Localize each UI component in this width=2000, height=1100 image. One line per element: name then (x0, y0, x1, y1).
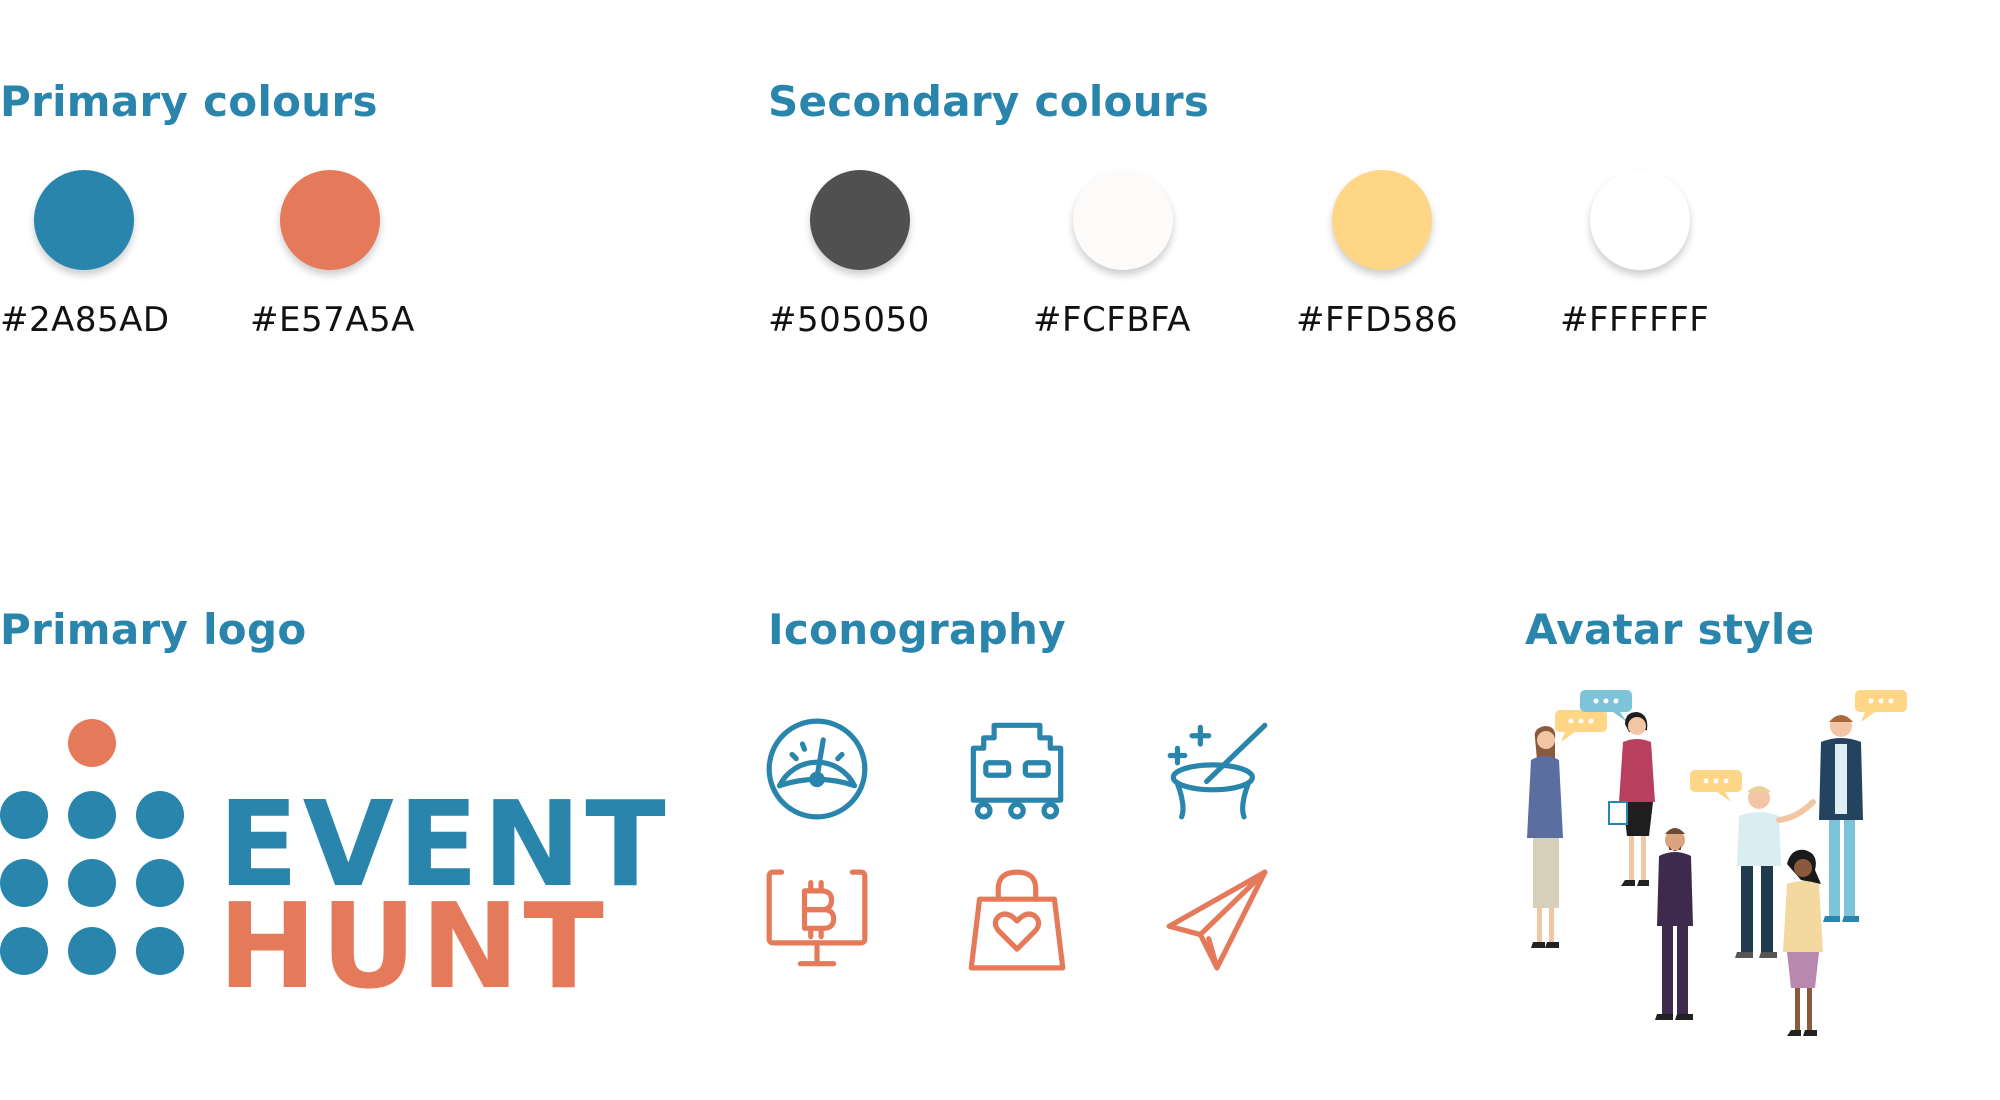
primary-swatch-orange (280, 170, 380, 270)
primary-colours-title: Primary colours (0, 77, 378, 126)
secondary-swatch-dark-grey-hex: #505050 (768, 300, 930, 340)
paper-plane-icon (1165, 868, 1269, 972)
avatar-person-6 (1819, 715, 1863, 922)
speedometer-icon (765, 717, 869, 821)
shopping-bag-heart-icon (965, 868, 1069, 972)
logo-word-hunt: HUNT (218, 877, 608, 1015)
event-hunt-logo: EVENT HUNT (0, 715, 666, 1005)
secondary-swatch-white-hex: #FFFFFF (1560, 300, 1710, 340)
logo-dot-mark (0, 719, 184, 975)
avatar-person-1 (1527, 726, 1563, 948)
speech-bubble-1 (1555, 710, 1607, 742)
secondary-colours-title: Secondary colours (768, 77, 1210, 126)
secondary-swatch-off-white (1073, 170, 1173, 270)
speech-bubble-3 (1690, 770, 1742, 802)
primary-logo-title: Primary logo (0, 605, 307, 654)
secondary-swatch-white (1590, 170, 1690, 270)
secondary-swatch-yellow (1332, 170, 1432, 270)
bitcoin-monitor-icon (765, 868, 869, 972)
avatar-person-3 (1655, 828, 1693, 1020)
primary-swatch-blue-hex: #2A85AD (0, 300, 170, 340)
avatar-illustration (1525, 690, 1925, 1050)
avatar-style-title: Avatar style (1525, 605, 1815, 654)
avatar-person-5 (1783, 849, 1823, 1036)
logo-dot-grid (0, 791, 184, 975)
secondary-swatch-off-white-hex: #FCFBFA (1033, 300, 1191, 340)
iconography-title: Iconography (768, 605, 1066, 654)
logo-accent-dot (68, 719, 116, 767)
magic-hat-icon (1165, 717, 1269, 821)
primary-swatch-orange-hex: #E57A5A (250, 300, 415, 340)
robot-car-icon (965, 717, 1069, 821)
secondary-swatch-yellow-hex: #FFD586 (1296, 300, 1459, 340)
speech-bubble-4 (1855, 690, 1907, 722)
avatar-person-2 (1608, 712, 1655, 886)
primary-swatch-blue (34, 170, 134, 270)
secondary-swatch-dark-grey (810, 170, 910, 270)
